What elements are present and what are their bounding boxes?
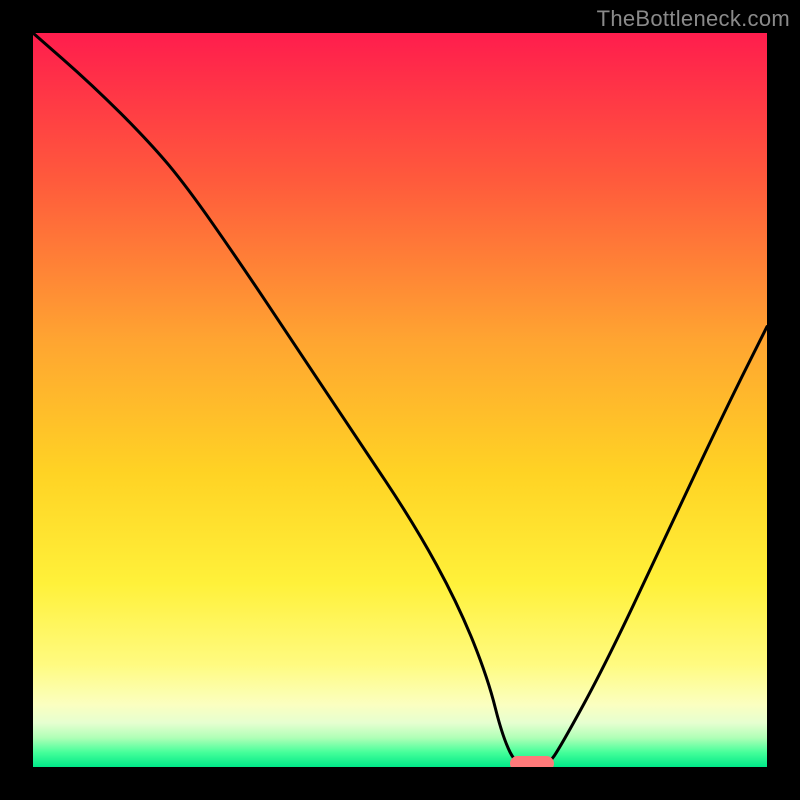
- bottleneck-curve: [33, 33, 767, 767]
- curve-path: [33, 33, 767, 767]
- watermark-text: TheBottleneck.com: [597, 6, 790, 32]
- plot-area: [33, 33, 767, 767]
- optimal-marker: [510, 756, 554, 767]
- chart-frame: TheBottleneck.com: [0, 0, 800, 800]
